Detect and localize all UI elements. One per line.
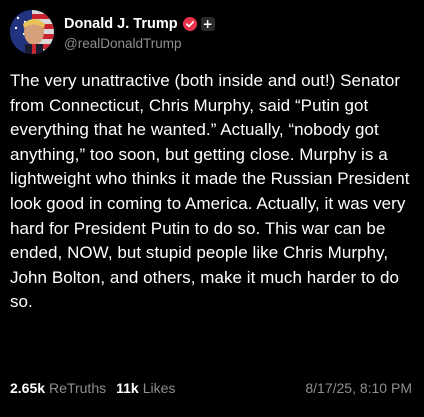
name-row: Donald J. Trump + [64,14,215,34]
retruths-stat[interactable]: 2.65k ReTruths [10,380,106,396]
avatar-image [10,10,54,54]
post-body-text: The very unattractive (both inside and o… [10,71,410,312]
author-info: Donald J. Trump + @realDonaldTrump [64,14,215,51]
verified-badge-icon [182,16,197,31]
likes-stat[interactable]: 11k Likes [116,380,175,396]
retruths-label: ReTruths [49,380,107,396]
retruths-count: 2.65k [10,380,46,396]
avatar[interactable] [10,10,54,54]
post-header: Donald J. Trump + @realDonaldTrump [10,10,414,54]
author-display-name[interactable]: Donald J. Trump [64,16,178,32]
plus-icon[interactable]: + [200,16,215,31]
post-timestamp[interactable]: 8/17/25, 8:10 PM [305,380,412,396]
likes-count: 11k [116,380,139,396]
truth-post: Donald J. Trump + @realDonaldTrump The v… [0,0,424,417]
post-footer: 2.65k ReTruths 11k Likes 8/17/25, 8:10 P… [10,380,412,396]
likes-label: Likes [142,380,176,396]
author-handle[interactable]: @realDonaldTrump [64,36,215,51]
